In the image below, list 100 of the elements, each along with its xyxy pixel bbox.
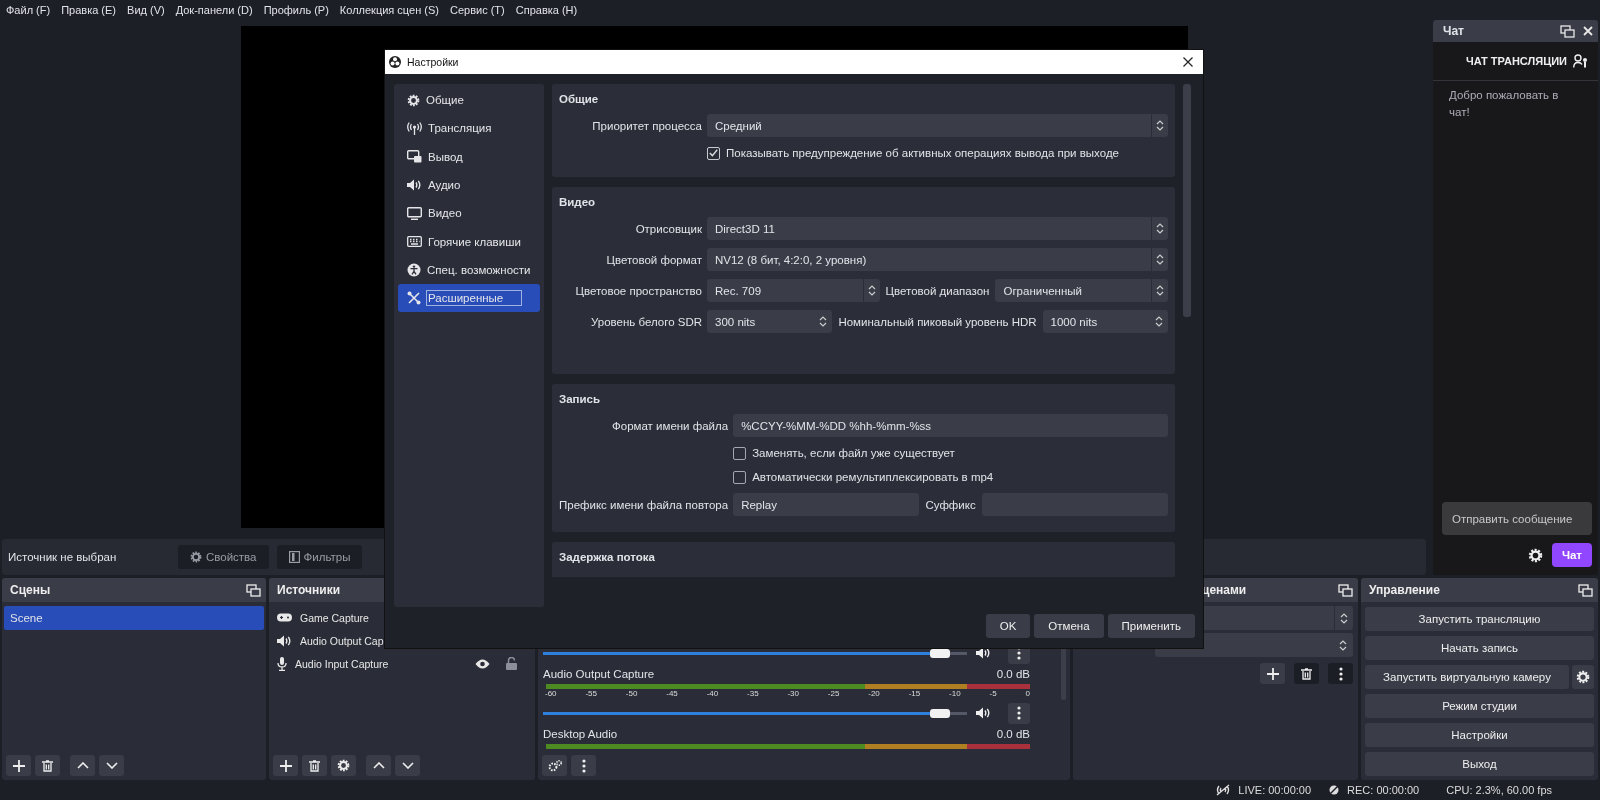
updown-arrows-icon[interactable] <box>867 284 876 297</box>
undock-icon[interactable] <box>246 583 261 597</box>
add-icon <box>279 759 292 772</box>
dropdown[interactable]: Direct3D 11 <box>707 217 1168 240</box>
mixer-menu-button[interactable] <box>571 755 596 776</box>
nav-item[interactable]: Спец. возможности <box>398 255 540 285</box>
field-label: Префикс имени файла повтора <box>559 498 729 511</box>
menu-item[interactable]: Файл (F) <box>0 3 56 16</box>
updown-arrows-icon[interactable] <box>1156 284 1164 297</box>
gamepad-icon <box>277 613 292 622</box>
remove-button[interactable] <box>35 755 60 776</box>
menu-item[interactable]: Сервис (T) <box>443 3 510 16</box>
field-label: Суффикс <box>925 498 976 511</box>
add-button[interactable] <box>1260 663 1285 684</box>
unlocked-icon[interactable] <box>506 657 517 670</box>
speaker-icon[interactable] <box>277 634 292 647</box>
more-icon <box>1338 666 1343 681</box>
spin-box[interactable]: 1000 nits <box>1042 310 1168 333</box>
checkbox[interactable] <box>707 146 720 160</box>
source-item[interactable]: Audio Input Capture <box>295 657 467 670</box>
dropdown[interactable]: Ограниченный <box>995 279 1168 302</box>
menu-button[interactable] <box>1328 663 1353 684</box>
scrollbar[interactable] <box>1061 648 1066 700</box>
spin-arrows-icon[interactable] <box>1155 315 1163 328</box>
nav-item[interactable]: Горячие клавиши <box>398 227 540 256</box>
chevron-up-icon <box>76 762 89 769</box>
menu-item[interactable]: Правка (E) <box>55 3 122 16</box>
control-button[interactable]: Запустить виртуальную камеру <box>1365 665 1569 689</box>
users-icon[interactable] <box>1573 54 1588 68</box>
undock-icon[interactable] <box>1578 583 1593 597</box>
checkbox-label[interactable]: Показывать предупреждение об активных операциях вывода при выходе <box>726 147 1119 159</box>
add-button[interactable] <box>273 755 298 776</box>
text-field[interactable]: Replay <box>733 493 920 516</box>
chat-message: Добро пожаловать в чат! <box>1449 88 1560 120</box>
dialog-button[interactable]: Отмена <box>1034 614 1104 638</box>
eye-icon[interactable] <box>475 658 490 669</box>
menu-item[interactable]: Док-панели (D) <box>169 3 258 16</box>
trash-icon <box>309 759 320 772</box>
updown-arrows-icon[interactable] <box>1156 222 1164 235</box>
chat-button[interactable]: Чат <box>1551 543 1592 567</box>
nav-item[interactable]: Общие <box>398 86 540 115</box>
undock-icon[interactable] <box>1560 24 1575 38</box>
move-up-button[interactable] <box>366 755 391 776</box>
updown-arrows-icon[interactable] <box>1156 119 1164 132</box>
menu-item[interactable]: Справка (H) <box>509 3 583 16</box>
spin-arrows-icon[interactable] <box>1339 638 1347 652</box>
settings-button[interactable] <box>1572 665 1594 689</box>
add-button[interactable] <box>6 755 31 776</box>
nav-item[interactable]: Вывод <box>398 142 540 171</box>
speaker-icon[interactable] <box>407 179 422 192</box>
audio-settings-button[interactable] <box>542 755 567 776</box>
updown-arrows-icon[interactable] <box>1340 611 1348 625</box>
checkbox[interactable] <box>733 446 747 460</box>
move-down-button[interactable] <box>99 755 124 776</box>
control-button[interactable]: Начать запись <box>1365 636 1594 660</box>
remove-button[interactable] <box>302 755 327 776</box>
close-icon[interactable] <box>1183 57 1193 67</box>
group-title: Видео <box>559 195 597 210</box>
dialog-button[interactable]: OK <box>985 614 1031 638</box>
dropdown[interactable]: Средний <box>707 114 1168 137</box>
channel-menu-button[interactable] <box>1007 702 1030 724</box>
updown-arrows-icon[interactable] <box>1156 253 1164 266</box>
undock-icon[interactable] <box>1338 583 1353 597</box>
volume-slider[interactable] <box>543 708 967 718</box>
spin-box[interactable]: 300 nits <box>707 310 833 333</box>
spin-arrows-icon[interactable] <box>819 315 828 328</box>
checkbox[interactable] <box>733 470 747 484</box>
dropdown[interactable]: NV12 (8 бит, 4:2:0, 2 уровня) <box>707 248 1168 271</box>
control-button[interactable]: Запустить трансляцию <box>1365 607 1594 631</box>
cpu-usage: CPU: 2.3%, 60.00 fps <box>1446 784 1552 796</box>
dropdown[interactable]: Rec. 709 <box>707 279 880 302</box>
move-down-button[interactable] <box>395 755 420 776</box>
nav-item[interactable]: Расширенные <box>398 284 540 313</box>
checkbox-label[interactable]: Автоматически ремультиплексировать в mp4 <box>752 471 994 483</box>
nav-item[interactable]: Видео <box>398 199 540 228</box>
chat-input[interactable]: Отправить сообщение <box>1442 502 1592 535</box>
menu-item[interactable]: Вид (V) <box>121 3 170 16</box>
dialog-button[interactable]: Применить <box>1107 614 1195 638</box>
volume-slider[interactable] <box>543 648 967 658</box>
channel-level-reading: 0.0 dB <box>996 668 1030 680</box>
nav-item[interactable]: Аудио <box>398 170 540 200</box>
remove-button[interactable] <box>1294 663 1319 684</box>
checkbox-label[interactable]: Заменять, если файл уже существует <box>752 447 955 459</box>
group-title: Общие <box>559 92 600 107</box>
settings-button[interactable] <box>331 755 356 776</box>
field-label: Приоритет процесса <box>591 119 702 132</box>
text-field[interactable]: %CCYY-%MM-%DD %hh-%mm-%ss <box>733 414 1168 437</box>
menu-item[interactable]: Профиль (P) <box>257 3 334 16</box>
speaker-icon[interactable] <box>975 707 991 719</box>
control-button[interactable]: Режим студии <box>1365 694 1594 718</box>
accessibility-icon <box>407 262 421 277</box>
nav-item[interactable]: Трансляция <box>398 114 540 143</box>
scrollbar[interactable] <box>1183 84 1191 317</box>
filter-icon <box>288 551 300 563</box>
menu-item[interactable]: Коллекция сцен (S) <box>333 3 444 16</box>
gear-icon <box>1576 670 1590 684</box>
move-up-button[interactable] <box>70 755 95 776</box>
control-button[interactable]: Выход <box>1365 752 1594 776</box>
scene-item[interactable]: Scene <box>4 606 264 630</box>
control-button[interactable]: Настройки <box>1365 723 1594 747</box>
